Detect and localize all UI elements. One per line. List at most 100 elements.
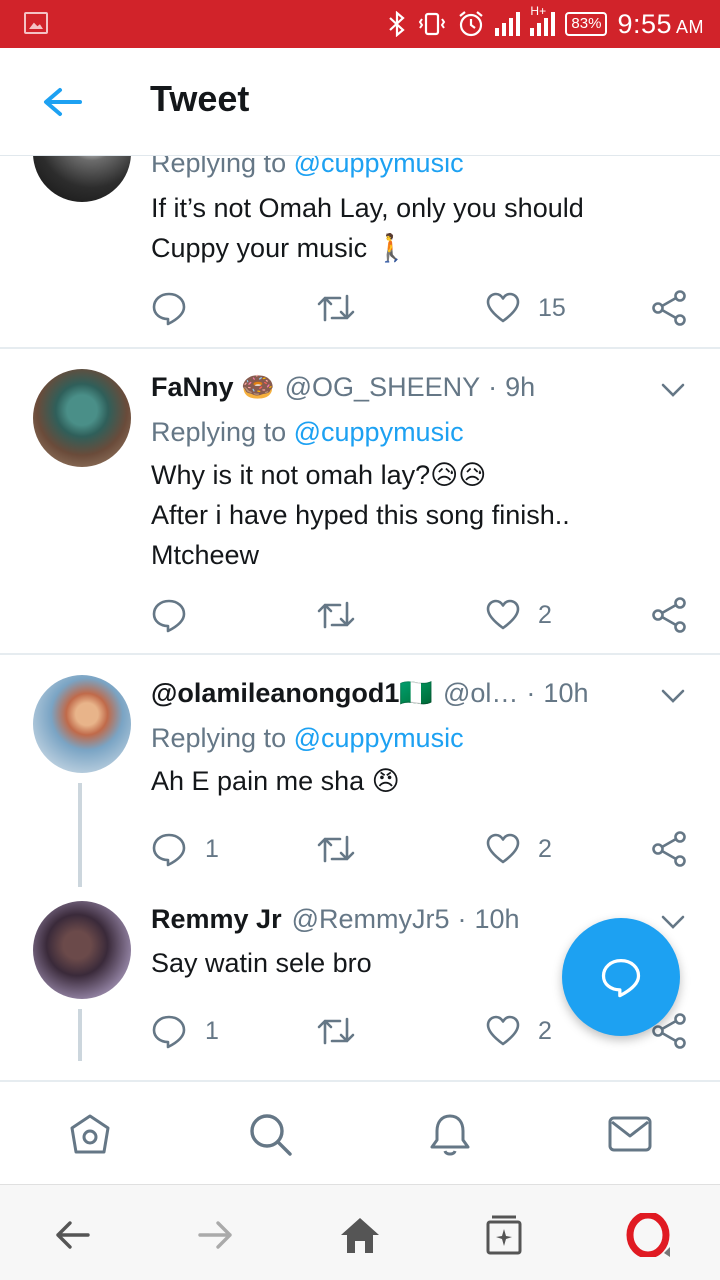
heart-icon bbox=[486, 292, 520, 323]
like-count: 15 bbox=[538, 293, 566, 322]
alarm-icon bbox=[459, 11, 484, 37]
reply-button[interactable]: 1 bbox=[151, 829, 219, 869]
reply-count: 1 bbox=[205, 1016, 219, 1045]
tweet-text-line: After i have hyped this song finish.. bbox=[151, 500, 570, 530]
tweet[interactable]: FaNny 🍩 @OG_SHEENY · 9h Replying to @cup… bbox=[0, 349, 720, 653]
share-button[interactable] bbox=[651, 829, 687, 869]
like-button[interactable]: 2 bbox=[486, 829, 552, 869]
reply-prefix: Replying to bbox=[151, 723, 287, 753]
battery-icon: 83% bbox=[565, 12, 608, 36]
messages-icon[interactable] bbox=[606, 1110, 654, 1158]
mention-link[interactable]: @cuppymusic bbox=[294, 156, 464, 178]
avatar[interactable] bbox=[33, 156, 131, 202]
display-name[interactable]: FaNny 🍩 bbox=[151, 371, 275, 403]
reply-line: Replying to @cuppymusic bbox=[151, 156, 464, 179]
heart-icon bbox=[486, 833, 520, 864]
share-button[interactable] bbox=[651, 595, 687, 635]
notifications-icon[interactable] bbox=[426, 1110, 474, 1158]
tweet-text: Ah E pain me sha 😠 bbox=[151, 761, 671, 801]
browser-nav-bar bbox=[0, 1184, 720, 1280]
search-icon[interactable] bbox=[246, 1110, 294, 1158]
reply-icon bbox=[601, 959, 641, 998]
retweet-button[interactable] bbox=[316, 288, 356, 328]
reply-icon bbox=[152, 599, 186, 633]
retweet-button[interactable] bbox=[316, 1011, 356, 1051]
reply-icon bbox=[152, 1015, 186, 1049]
like-button[interactable]: 15 bbox=[486, 288, 566, 328]
chevron-down-icon[interactable] bbox=[660, 913, 686, 931]
tweet-text-line: Mtcheew bbox=[151, 540, 260, 570]
page-title: Tweet bbox=[150, 78, 250, 119]
tweet-actions: 15 bbox=[0, 288, 720, 328]
avatar[interactable] bbox=[33, 901, 131, 999]
back-icon[interactable] bbox=[50, 1213, 94, 1257]
like-count: 2 bbox=[538, 600, 552, 629]
reply-button[interactable]: 1 bbox=[151, 1011, 219, 1051]
retweet-button[interactable] bbox=[316, 829, 356, 869]
tweet-header: Remmy Jr @RemmyJr5 · 10h bbox=[151, 901, 520, 937]
home-icon[interactable] bbox=[338, 1213, 382, 1257]
heart-icon bbox=[486, 599, 520, 630]
handle[interactable]: @RemmyJr5 bbox=[292, 904, 450, 935]
reply-icon bbox=[152, 292, 186, 326]
reply-line: Replying to @cuppymusic bbox=[151, 417, 464, 448]
tweet-text: If it’s not Omah Lay, only you should Cu… bbox=[151, 188, 671, 268]
share-icon bbox=[652, 290, 686, 326]
reply-button[interactable] bbox=[151, 288, 187, 328]
heart-icon bbox=[486, 1015, 520, 1046]
mention-link[interactable]: @cuppymusic bbox=[294, 723, 464, 753]
clock: 9:55 AM bbox=[617, 9, 704, 40]
tweet-text-line: Cuppy your music 🚶 bbox=[151, 233, 409, 263]
home-icon[interactable] bbox=[66, 1110, 114, 1158]
tweet-actions: 1 2 bbox=[0, 829, 720, 869]
bluetooth-icon bbox=[389, 11, 406, 37]
share-button[interactable] bbox=[651, 288, 687, 328]
reply-count: 1 bbox=[205, 834, 219, 863]
retweet-icon bbox=[317, 601, 355, 629]
vibrate-icon bbox=[419, 12, 446, 36]
compose-reply-button[interactable] bbox=[562, 918, 680, 1036]
tweet-actions: 2 bbox=[0, 595, 720, 635]
tweet[interactable]: Replying to @cuppymusic If it’s not Omah… bbox=[0, 156, 720, 348]
timestamp: 10h bbox=[474, 903, 520, 934]
separator-dot: · bbox=[488, 371, 498, 402]
like-count: 2 bbox=[538, 1016, 552, 1045]
retweet-button[interactable] bbox=[316, 595, 356, 635]
like-button[interactable]: 2 bbox=[486, 595, 552, 635]
retweet-icon bbox=[317, 294, 355, 322]
handle[interactable]: @ol… bbox=[443, 678, 518, 709]
retweet-icon bbox=[317, 1017, 355, 1045]
reply-prefix: Replying to bbox=[151, 156, 287, 178]
share-icon bbox=[652, 831, 686, 867]
avatar[interactable] bbox=[33, 369, 131, 467]
back-arrow-icon[interactable] bbox=[36, 82, 88, 122]
image-icon bbox=[24, 12, 48, 34]
reply-icon bbox=[152, 833, 186, 867]
tweet-text-line: If it’s not Omah Lay, only you should bbox=[151, 193, 584, 223]
status-bar: H+ 83% 9:55 AM bbox=[0, 0, 720, 48]
tab-bar bbox=[0, 1080, 720, 1184]
display-name[interactable]: @olamileanongod1🇳🇬 bbox=[151, 677, 433, 709]
avatar[interactable] bbox=[33, 675, 131, 773]
share-icon bbox=[652, 597, 686, 633]
opera-icon[interactable] bbox=[626, 1213, 670, 1257]
display-name[interactable]: Remmy Jr bbox=[151, 904, 282, 935]
like-button[interactable]: 2 bbox=[486, 1011, 552, 1051]
top-header: Tweet bbox=[0, 48, 720, 156]
handle[interactable]: @OG_SHEENY bbox=[285, 372, 480, 403]
tweet-header: @olamileanongod1🇳🇬 @ol… · 10h bbox=[151, 675, 588, 711]
mention-link[interactable]: @cuppymusic bbox=[294, 417, 464, 447]
chevron-down-icon[interactable] bbox=[660, 381, 686, 399]
reply-button[interactable] bbox=[151, 595, 187, 635]
tweet-text: Why is it not omah lay?😥😥 After i have h… bbox=[151, 455, 671, 575]
forward-icon[interactable] bbox=[194, 1213, 238, 1257]
timestamp: 10h bbox=[543, 677, 589, 708]
clock-time: 9:55 bbox=[617, 8, 672, 39]
chevron-down-icon[interactable] bbox=[660, 687, 686, 705]
tweet[interactable]: @olamileanongod1🇳🇬 @ol… · 10h Replying t… bbox=[0, 655, 720, 887]
tabs-icon[interactable] bbox=[482, 1213, 526, 1257]
separator-dot: · bbox=[526, 677, 536, 708]
timestamp: 9h bbox=[505, 371, 536, 402]
retweet-icon bbox=[317, 835, 355, 863]
reply-prefix: Replying to bbox=[151, 417, 287, 447]
